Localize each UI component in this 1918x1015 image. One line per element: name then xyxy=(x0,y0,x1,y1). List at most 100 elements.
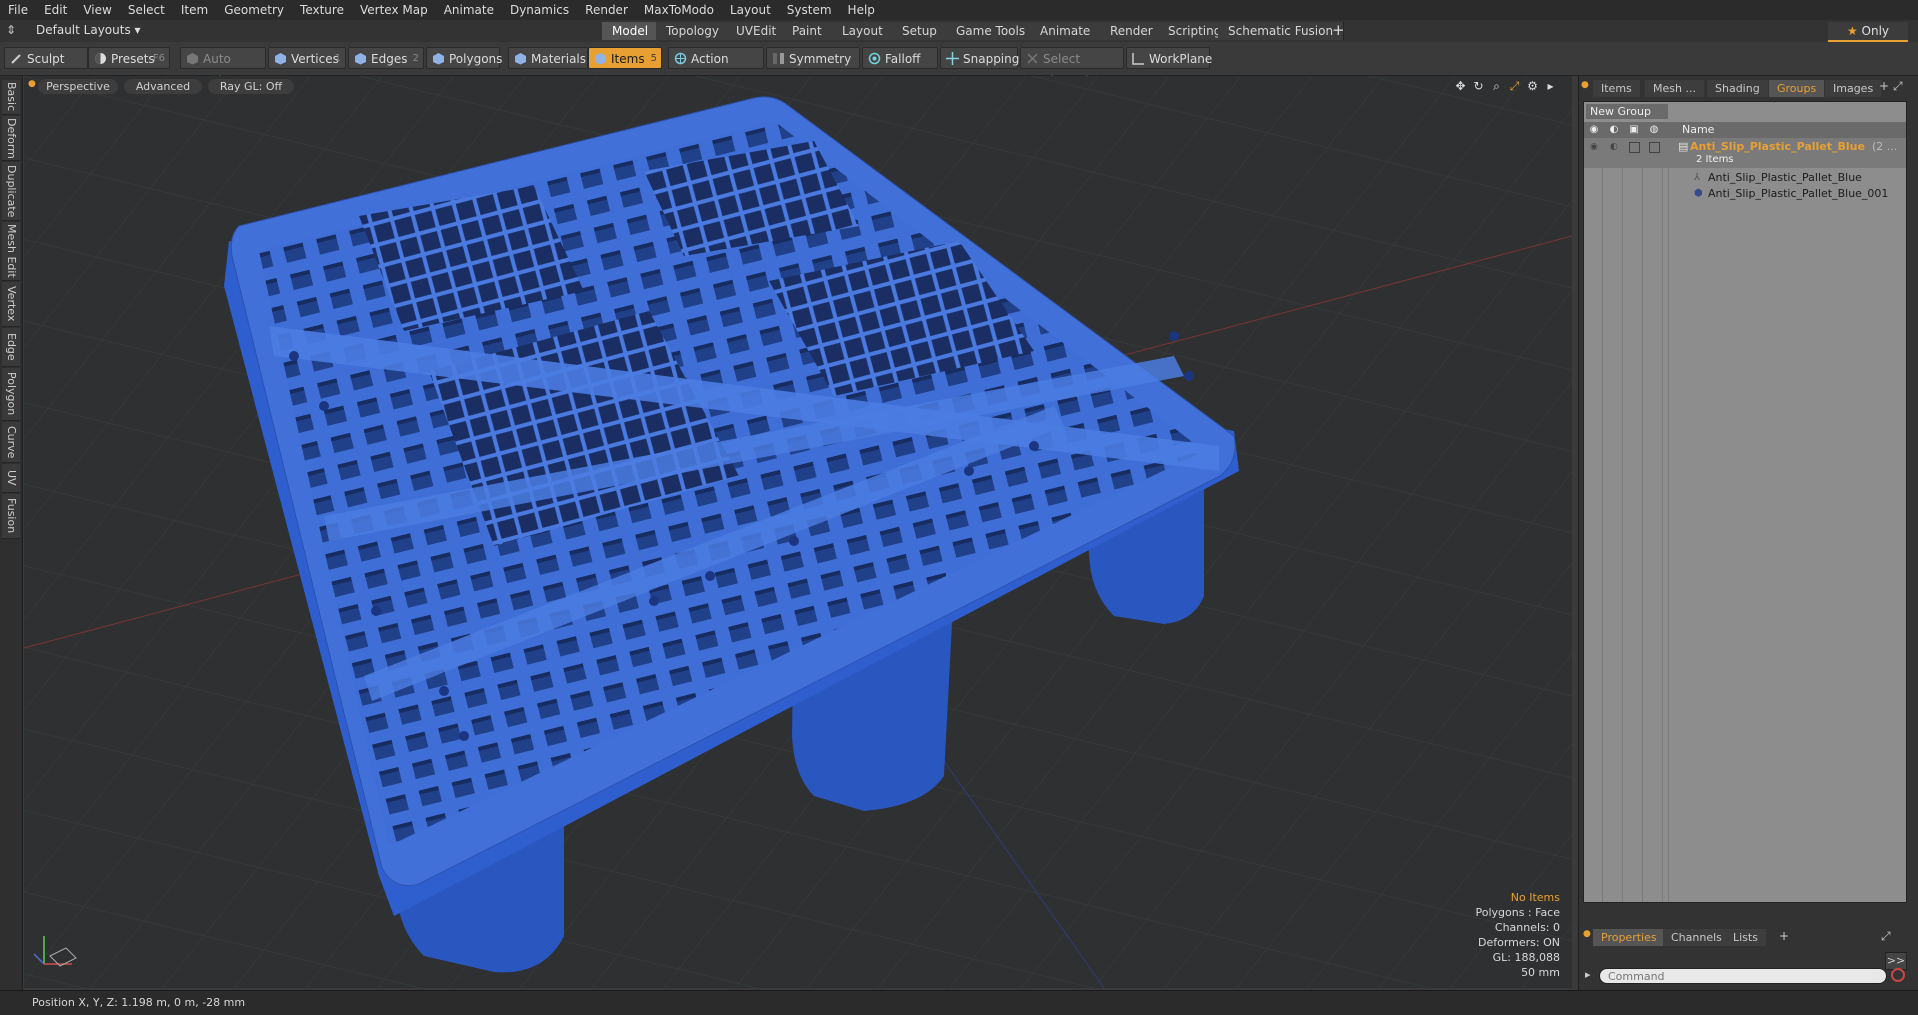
column-divider xyxy=(1662,138,1663,902)
tab-uvedit[interactable]: UVEdit xyxy=(726,22,788,40)
vtab-polygon[interactable]: Polygon xyxy=(2,368,20,421)
layout-arrows-icon[interactable]: ⇕ xyxy=(6,23,16,37)
menu-help[interactable]: Help xyxy=(840,0,883,20)
menu-edit[interactable]: Edit xyxy=(36,0,75,20)
tab-animate[interactable]: Animate xyxy=(1030,22,1102,40)
raygl-dropdown[interactable]: Ray GL: Off xyxy=(208,79,294,94)
lock-checkbox[interactable] xyxy=(1629,142,1640,153)
items-label: Items xyxy=(611,52,645,66)
items-button[interactable]: Items 5 xyxy=(588,47,662,69)
viewport-play-icon[interactable]: ▸ xyxy=(1544,80,1557,93)
command-input[interactable]: Command xyxy=(1599,968,1887,984)
tab-mesh[interactable]: Mesh ... xyxy=(1645,80,1704,97)
vtab-basic[interactable]: Basic xyxy=(2,80,20,115)
add-bottom-tab-icon[interactable]: + xyxy=(1779,929,1789,943)
polygons-info: Polygons : Face xyxy=(1475,906,1560,919)
group-row[interactable]: ◉ ◐ ▤ Anti_Slip_Plastic_Pallet_Blue (2 .… xyxy=(1584,138,1906,168)
tab-channels[interactable]: Channels xyxy=(1663,929,1730,946)
properties-dot-icon[interactable]: ● xyxy=(1583,929,1591,939)
panel-dot-icon[interactable]: ● xyxy=(1581,80,1589,90)
vtab-duplicate[interactable]: Duplicate xyxy=(2,162,20,221)
name-column-header[interactable]: Name xyxy=(1682,123,1714,136)
vtab-edge[interactable]: Edge xyxy=(2,328,20,367)
only-button[interactable]: ★ Only xyxy=(1828,22,1908,42)
falloff-label: Falloff xyxy=(885,52,921,66)
render-toggle-icon[interactable]: ◐ xyxy=(1610,138,1618,156)
action-center-button[interactable]: Action Center xyxy=(668,47,764,88)
menu-system[interactable]: System xyxy=(779,0,840,20)
vtab-deform[interactable]: Deform xyxy=(2,116,20,161)
falloff-button[interactable]: Falloff xyxy=(862,47,938,69)
tab-properties[interactable]: Properties xyxy=(1593,929,1665,946)
viewport-scene[interactable] xyxy=(24,76,1572,988)
rotate-view-icon[interactable]: ↻ xyxy=(1472,80,1485,93)
menu-dynamics[interactable]: Dynamics xyxy=(502,0,577,20)
vtab-curve[interactable]: Curve xyxy=(2,422,20,463)
tree-item-name[interactable]: Anti_Slip_Plastic_Pallet_Blue_001 xyxy=(1708,185,1888,203)
menu-render[interactable]: Render xyxy=(577,0,636,20)
add-panel-tab-icon[interactable]: + xyxy=(1879,79,1889,93)
vtab-mesh-edit[interactable]: Mesh Edit xyxy=(2,222,20,281)
menu-layout[interactable]: Layout xyxy=(722,0,779,20)
cube-icon xyxy=(187,53,198,65)
tab-items[interactable]: Items xyxy=(1593,80,1640,97)
materials-button[interactable]: Materials xyxy=(508,47,588,69)
tab-game-tools[interactable]: Game Tools xyxy=(946,22,1037,40)
zoom-view-icon[interactable]: ⌕ xyxy=(1490,80,1503,93)
menu-geometry[interactable]: Geometry xyxy=(216,0,292,20)
tab-shading[interactable]: Shading xyxy=(1707,80,1768,97)
edges-button[interactable]: Edges 2 xyxy=(348,47,424,69)
shading-dropdown[interactable]: Advanced xyxy=(124,79,202,94)
vertices-button[interactable]: Vertices 1 xyxy=(268,47,346,69)
visibility-toggle-icon[interactable]: ◉ xyxy=(1590,138,1598,156)
tab-setup[interactable]: Setup xyxy=(892,22,948,40)
menu-select[interactable]: Select xyxy=(120,0,173,20)
select-icon[interactable]: ◍ xyxy=(1648,124,1660,136)
vtab-fusion[interactable]: Fusion xyxy=(2,494,20,539)
move-view-icon[interactable]: ✥ xyxy=(1454,80,1467,93)
add-tab-icon[interactable]: + xyxy=(1332,21,1345,39)
symmetry-button[interactable]: Symmetry xyxy=(766,47,860,69)
sculpt-button[interactable]: Sculpt xyxy=(4,47,88,69)
tree-item-row[interactable]: ⬢ Anti_Slip_Plastic_Pallet_Blue_001 xyxy=(1584,185,1906,203)
select-through-button[interactable]: Select Through xyxy=(1020,47,1124,88)
select-checkbox[interactable] xyxy=(1649,142,1660,153)
auto-select-button[interactable]: Auto Select xyxy=(180,47,266,88)
eye-icon[interactable]: ◉ xyxy=(1588,124,1600,136)
polygons-button[interactable]: Polygons xyxy=(426,47,502,69)
vtab-vertex[interactable]: Vertex xyxy=(2,282,20,327)
menu-texture[interactable]: Texture xyxy=(292,0,352,20)
expand-panel-icon[interactable]: ⤢ xyxy=(1893,79,1903,94)
tab-render[interactable]: Render xyxy=(1100,22,1164,40)
tab-schematic-fusion[interactable]: Schematic Fusion xyxy=(1218,22,1345,40)
3d-viewport[interactable]: ● Perspective Advanced Ray GL: Off ✥ ↻ ⌕… xyxy=(24,76,1572,988)
tab-images[interactable]: Images xyxy=(1825,80,1882,97)
tab-topology[interactable]: Topology xyxy=(656,22,730,40)
viewport-gear-icon[interactable]: ⚙ xyxy=(1526,80,1539,93)
menu-animate[interactable]: Animate xyxy=(436,0,502,20)
menu-file[interactable]: File xyxy=(0,0,36,20)
tab-lists[interactable]: Lists xyxy=(1725,929,1766,946)
record-icon[interactable] xyxy=(1891,968,1905,982)
snapping-button[interactable]: Snapping xyxy=(940,47,1019,69)
menu-maxtomodo[interactable]: MaxToModo xyxy=(636,0,722,20)
column-divider xyxy=(1642,138,1643,902)
expand-bottom-icon[interactable]: ⤢ xyxy=(1881,929,1891,944)
layout-preset-dropdown[interactable]: Default Layouts ▾ xyxy=(36,23,141,37)
menu-item[interactable]: Item xyxy=(173,0,216,20)
tab-layout[interactable]: Layout xyxy=(832,22,894,40)
workplane-button[interactable]: WorkPlane xyxy=(1126,47,1212,69)
tab-groups[interactable]: Groups xyxy=(1769,80,1825,97)
presets-button[interactable]: Presets F6 xyxy=(88,47,170,69)
menu-vertex-map[interactable]: Vertex Map xyxy=(352,0,436,20)
render-icon[interactable]: ◐ xyxy=(1608,124,1620,136)
menu-view[interactable]: View xyxy=(75,0,119,20)
viewport-dot-icon[interactable]: ● xyxy=(28,79,36,89)
fit-view-icon[interactable]: ⤢ xyxy=(1508,80,1521,93)
tab-paint[interactable]: Paint xyxy=(782,22,833,40)
lock-icon[interactable]: ▣ xyxy=(1628,124,1640,136)
vtab-uv[interactable]: UV xyxy=(2,464,20,493)
view-mode-dropdown[interactable]: Perspective xyxy=(38,79,118,94)
tab-model[interactable]: Model xyxy=(602,22,660,40)
new-group-button[interactable]: New Group xyxy=(1586,104,1668,119)
